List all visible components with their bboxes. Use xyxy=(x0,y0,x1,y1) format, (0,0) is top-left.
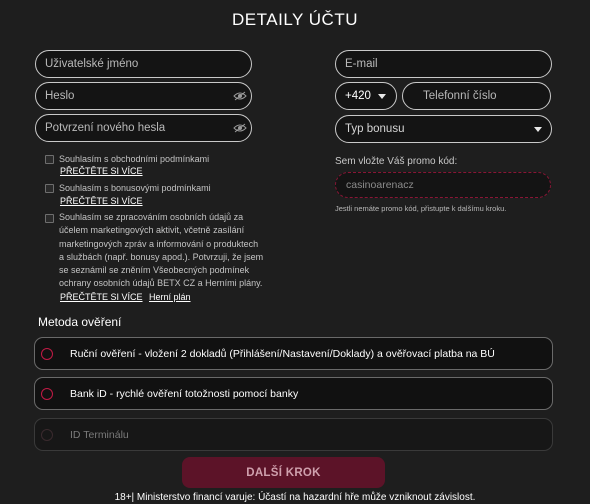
verification-option-label: Bank iD - rychlé ověření totožnosti pomo… xyxy=(70,387,299,400)
verification-title: Metoda ověření xyxy=(38,315,122,329)
game-plan-link[interactable]: Herní plán xyxy=(149,292,191,302)
verification-radio[interactable] xyxy=(41,348,53,360)
bonus-read-more-link[interactable]: PŘEČTĚTE SI VÍCE xyxy=(60,196,143,206)
next-step-button[interactable]: DALŠÍ KROK xyxy=(182,457,385,488)
phone-input[interactable] xyxy=(402,82,551,110)
marketing-consent-line: se seznámil se zněním Všeobecných podmín… xyxy=(59,265,250,276)
eye-slash-icon[interactable] xyxy=(233,91,247,101)
marketing-checkbox[interactable] xyxy=(45,214,54,223)
password-confirm-input[interactable] xyxy=(35,114,252,142)
marketing-consent-text: Souhlasím se zpracováním osobních údajů … xyxy=(59,211,263,291)
bonus-type-select[interactable]: Typ bonusu xyxy=(335,115,552,143)
verification-radio[interactable] xyxy=(41,388,53,400)
chevron-down-icon xyxy=(534,127,542,132)
terms-read-more-link[interactable]: PŘEČTĚTE SI VÍCE xyxy=(60,166,143,176)
verification-option-label: Ruční ověření - vložení 2 dokladů (Přihl… xyxy=(70,347,495,360)
verification-option-label: ID Terminálu xyxy=(70,428,129,441)
eye-slash-icon[interactable] xyxy=(233,123,247,133)
marketing-read-more-link[interactable]: PŘEČTĚTE SI VÍCE xyxy=(60,292,143,302)
marketing-consent-line: a službách (např. bonusy apod.). Potvrzu… xyxy=(59,251,264,262)
password-input[interactable] xyxy=(35,82,252,110)
gambling-warning: 18+| Ministerstvo financí varuje: Účastí… xyxy=(114,492,476,503)
terms-consent-label: Souhlasím s obchodními podmínkami xyxy=(59,154,210,164)
bonus-checkbox[interactable] xyxy=(45,184,54,193)
verification-radio xyxy=(41,429,53,441)
verification-option-manual[interactable]: Ruční ověření - vložení 2 dokladů (Přihl… xyxy=(34,337,553,370)
marketing-consent-line: ochrany osobních údajů BETX CZ a Herními… xyxy=(59,278,263,289)
bonus-consent-label: Souhlasím s bonusovými podmínkami xyxy=(59,183,211,193)
phone-prefix-value: +420 xyxy=(345,90,371,102)
marketing-consent-line: marketingových zpráv a informování o pro… xyxy=(59,238,259,249)
bonus-type-value: Typ bonusu xyxy=(345,123,405,135)
page-title: DETAILY ÚČTU xyxy=(232,10,358,29)
email-input[interactable] xyxy=(335,50,552,78)
marketing-consent-line: Souhlasím se zpracováním osobních údajů … xyxy=(59,212,244,222)
promo-code-hint: Jestli nemáte promo kód, přistupte k dal… xyxy=(335,204,507,213)
chevron-down-icon xyxy=(378,94,386,99)
promo-code-label: Sem vložte Váš promo kód: xyxy=(335,156,458,167)
marketing-consent-line: účelem marketingových aktivit, včetně za… xyxy=(59,225,245,236)
verification-option-terminal: ID Terminálu xyxy=(34,418,553,451)
terms-checkbox[interactable] xyxy=(45,155,54,164)
verification-option-bankid[interactable]: Bank iD - rychlé ověření totožnosti pomo… xyxy=(34,377,553,410)
promo-code-input[interactable] xyxy=(335,172,551,198)
username-input[interactable] xyxy=(35,50,252,78)
phone-prefix-select[interactable]: +420 xyxy=(335,82,397,110)
